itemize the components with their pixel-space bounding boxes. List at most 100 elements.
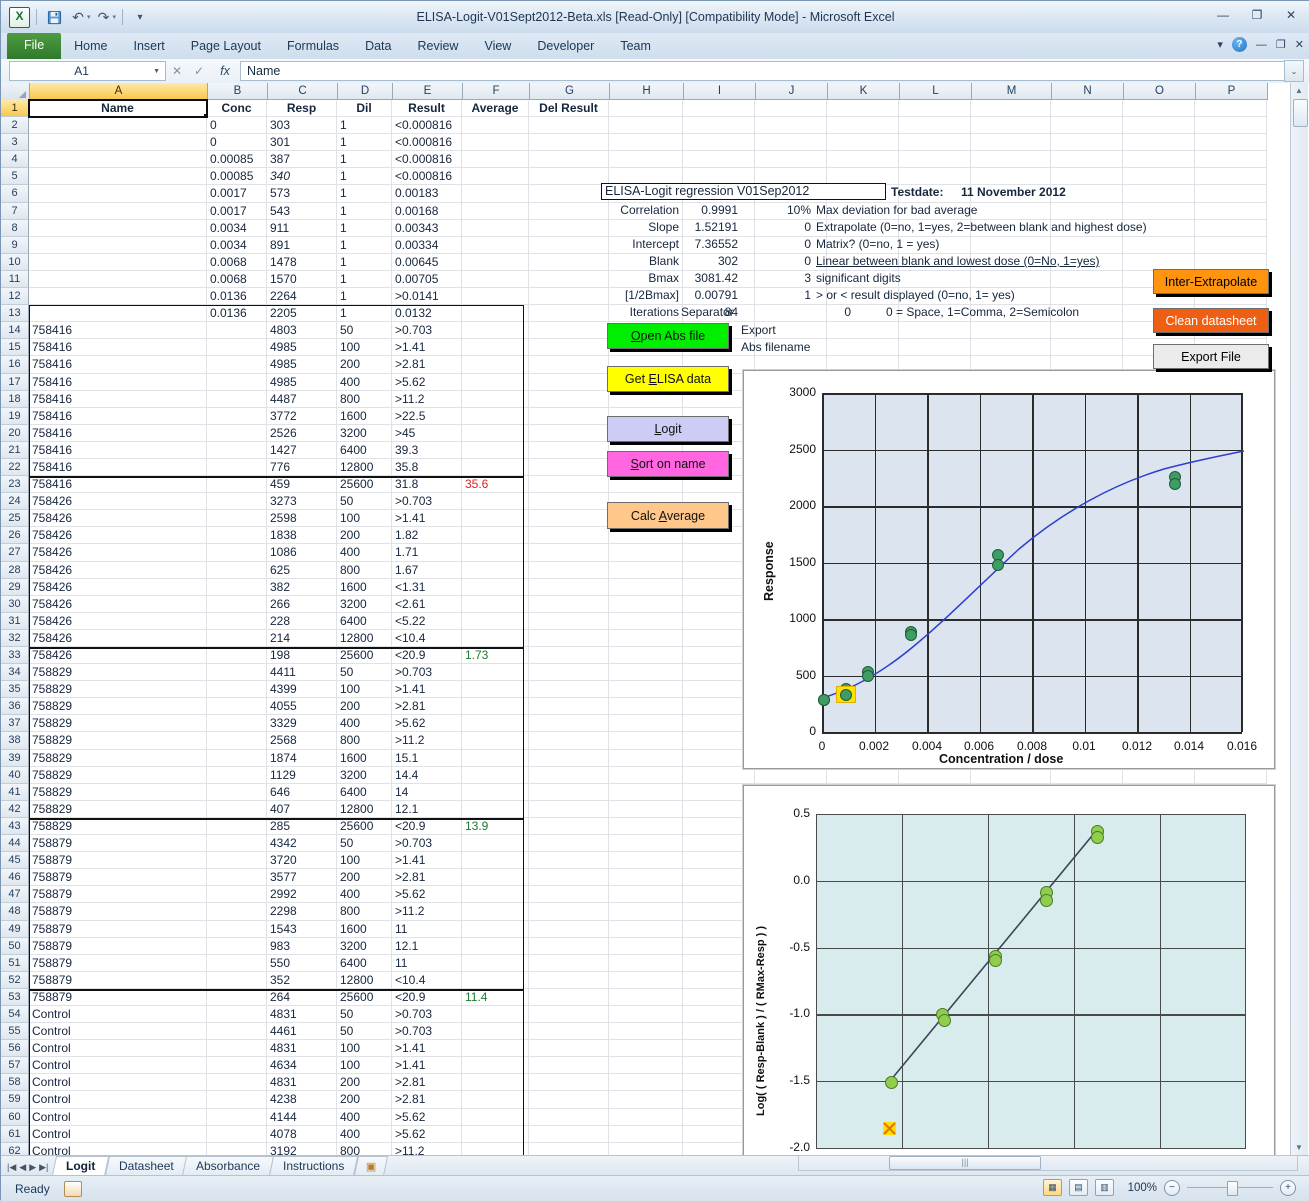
row-header-41[interactable]: 41 — [1, 783, 29, 801]
row-header-13[interactable]: 13 — [1, 305, 29, 323]
cell-E42[interactable]: 12.1 — [392, 800, 462, 818]
cell-B14[interactable] — [207, 322, 267, 340]
zoom-out-button[interactable]: − — [1164, 1179, 1180, 1196]
cell-H4[interactable] — [609, 151, 683, 169]
cell-A3[interactable] — [29, 134, 207, 152]
cell-G42[interactable] — [529, 800, 609, 818]
horizontal-scroll-thumb[interactable]: ||| — [889, 1156, 1041, 1170]
cell-G5[interactable] — [529, 168, 609, 186]
cell-H48[interactable] — [609, 903, 683, 921]
cell-N15[interactable] — [1051, 339, 1123, 357]
row-header-29[interactable]: 29 — [1, 578, 29, 596]
cell-F40[interactable] — [462, 766, 529, 784]
cell-F18[interactable] — [462, 390, 529, 408]
cell-C19[interactable]: 3772 — [267, 407, 337, 425]
column-header-p[interactable]: P — [1196, 83, 1268, 100]
cell-A28[interactable]: 758426 — [29, 561, 207, 579]
cell-E48[interactable]: >11.2 — [392, 903, 462, 921]
cell-B36[interactable] — [207, 698, 267, 716]
cell-C24[interactable]: 3273 — [267, 493, 337, 511]
cell-E53[interactable]: <20.9 — [392, 988, 462, 1006]
option-value-significant-digits[interactable]: 3 — [691, 271, 811, 285]
row-header-50[interactable]: 50 — [1, 937, 29, 955]
first-sheet-icon[interactable]: |◀ — [7, 1162, 16, 1173]
cell-B13[interactable]: 0.0136 — [207, 305, 267, 323]
cell-P1[interactable] — [1195, 100, 1267, 118]
cell-O5[interactable] — [1123, 168, 1195, 186]
cell-L40[interactable] — [899, 766, 971, 784]
cell-E20[interactable]: >45 — [392, 424, 462, 442]
cell-H46[interactable] — [609, 869, 683, 887]
cell-C16[interactable]: 4985 — [267, 356, 337, 374]
app-restore-button[interactable]: ❐ — [1276, 38, 1286, 51]
cell-A27[interactable]: 758426 — [29, 544, 207, 562]
cell-F5[interactable] — [462, 168, 529, 186]
cell-G52[interactable] — [529, 971, 609, 989]
cell-D11[interactable]: 1 — [337, 270, 392, 289]
cell-D26[interactable]: 200 — [337, 527, 392, 545]
cell-F13[interactable] — [462, 305, 529, 323]
cell-B23[interactable] — [207, 476, 267, 494]
option-value-extrapolate[interactable]: 0 — [691, 220, 811, 234]
cell-A2[interactable] — [29, 117, 207, 135]
cell-C31[interactable]: 228 — [267, 612, 337, 630]
row-header-53[interactable]: 53 — [1, 988, 29, 1006]
cell-A35[interactable]: 758829 — [29, 681, 207, 699]
cell-B37[interactable] — [207, 715, 267, 733]
cell-B55[interactable] — [207, 1023, 267, 1041]
normal-view-icon[interactable]: ▦ — [1043, 1179, 1062, 1196]
cell-C44[interactable]: 4342 — [267, 835, 337, 853]
row-header-37[interactable]: 37 — [1, 715, 29, 733]
cell-M4[interactable] — [971, 151, 1051, 169]
cell-B32[interactable] — [207, 629, 267, 647]
calc-average-button[interactable]: Calc Average — [607, 502, 729, 529]
name-box-dropdown-icon[interactable]: ▼ — [153, 68, 165, 75]
cell-K40[interactable] — [827, 766, 899, 784]
row-header-2[interactable]: 2 — [1, 117, 29, 135]
cell-A55[interactable]: Control — [29, 1023, 207, 1041]
tab-page-layout[interactable]: Page Layout — [178, 35, 274, 59]
cell-A42[interactable]: 758829 — [29, 800, 207, 818]
cell-A5[interactable] — [29, 168, 207, 186]
table-row[interactable]: 0 301 1 <0.000816 — [29, 134, 1267, 152]
cell-G44[interactable] — [529, 835, 609, 853]
cell-H42[interactable] — [609, 800, 683, 818]
column-header-h[interactable]: H — [610, 83, 684, 100]
sheet-tab-absorbance[interactable]: Absorbance — [182, 1156, 275, 1176]
cell-D19[interactable]: 1600 — [337, 407, 392, 425]
cell-G27[interactable] — [529, 544, 609, 562]
cell-A54[interactable]: Control — [29, 1005, 207, 1024]
cell-B24[interactable] — [207, 493, 267, 511]
prev-sheet-icon[interactable]: ◀ — [19, 1162, 26, 1173]
row-header-21[interactable]: 21 — [1, 441, 29, 459]
row-header-61[interactable]: 61 — [1, 1125, 29, 1143]
cell-F34[interactable] — [462, 664, 529, 682]
cell-D45[interactable]: 100 — [337, 852, 392, 870]
row-header-57[interactable]: 57 — [1, 1057, 29, 1075]
option-value-result-display[interactable]: 1 — [691, 288, 811, 302]
cell-A33[interactable]: 758426 — [29, 647, 207, 665]
tab-developer[interactable]: Developer — [524, 35, 607, 59]
cell-A22[interactable]: 758416 — [29, 458, 207, 477]
cell-M14[interactable] — [971, 322, 1051, 340]
cell-G22[interactable] — [529, 458, 609, 477]
app-minimize-button[interactable]: — — [1256, 39, 1267, 51]
cell-B35[interactable] — [207, 681, 267, 699]
cell-C30[interactable]: 266 — [267, 595, 337, 613]
cell-F36[interactable] — [462, 698, 529, 716]
cell-D50[interactable]: 3200 — [337, 937, 392, 955]
row-header-46[interactable]: 46 — [1, 869, 29, 887]
cell-A20[interactable]: 758416 — [29, 424, 207, 442]
cell-G34[interactable] — [529, 664, 609, 682]
cell-F27[interactable] — [462, 544, 529, 562]
cell-B16[interactable] — [207, 356, 267, 374]
column-header-m[interactable]: M — [972, 83, 1052, 100]
cell-G56[interactable] — [529, 1040, 609, 1058]
row-header-3[interactable]: 3 — [1, 134, 29, 152]
cell-B48[interactable] — [207, 903, 267, 921]
cell-E6[interactable]: 0.00183 — [392, 185, 462, 203]
cell-E51[interactable]: 11 — [392, 954, 462, 972]
cell-B52[interactable] — [207, 971, 267, 989]
cell-G14[interactable] — [529, 322, 609, 340]
cell-A8[interactable] — [29, 219, 207, 237]
